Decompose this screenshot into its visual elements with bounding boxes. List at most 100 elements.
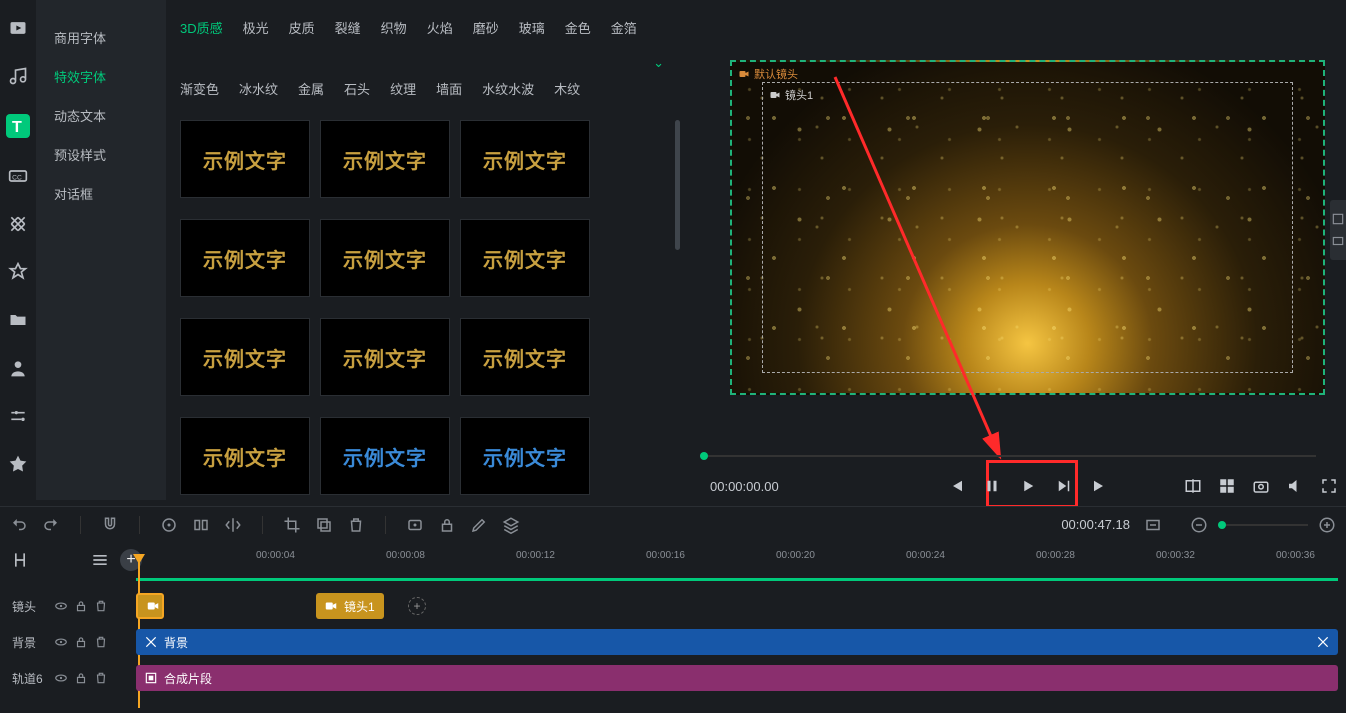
tab-aurora[interactable]: 极光 (243, 18, 269, 37)
zoom-in-icon[interactable] (1318, 516, 1336, 534)
inner-frame[interactable]: 镜头1 (762, 82, 1293, 373)
prev-frame-button[interactable] (947, 477, 965, 495)
crop-icon[interactable] (283, 516, 301, 534)
delete-icon[interactable] (347, 516, 365, 534)
magnet-icon[interactable] (101, 516, 119, 534)
tab-metal[interactable]: 金属 (298, 79, 324, 98)
tab-gradient[interactable]: 渐变色 (180, 79, 219, 98)
tab-3d[interactable]: 3D质感 (180, 18, 223, 37)
split-icon[interactable] (192, 516, 210, 534)
lock-icon[interactable] (438, 516, 456, 534)
compare-icon[interactable] (1184, 477, 1202, 495)
text-icon[interactable]: T (6, 114, 30, 138)
tab-fabric[interactable]: 织物 (381, 18, 407, 37)
plugin-icon[interactable] (8, 262, 28, 282)
thumb[interactable]: 示例文字 (180, 219, 310, 297)
lock-icon[interactable] (74, 671, 88, 685)
volume-icon[interactable] (1286, 477, 1304, 495)
drawer-icon[interactable] (1331, 234, 1345, 248)
preview-scrubber[interactable] (700, 455, 1316, 457)
cat-preset[interactable]: 预设样式 (36, 135, 166, 174)
tab-gold[interactable]: 金色 (565, 18, 591, 37)
list-icon[interactable] (90, 550, 110, 570)
star-icon[interactable] (8, 454, 28, 474)
thumb[interactable]: 示例文字 (320, 318, 450, 396)
trash-icon[interactable] (94, 599, 108, 613)
tab-ice[interactable]: 冰水纹 (239, 79, 278, 98)
thumb[interactable]: 示例文字 (320, 120, 450, 198)
cat-dialog[interactable]: 对话框 (36, 174, 166, 213)
thumb[interactable]: 示例文字 (460, 318, 590, 396)
thumb[interactable]: 示例文字 (180, 318, 310, 396)
tab-foil[interactable]: 金箔 (611, 18, 637, 37)
bg-clip[interactable]: 背景 (136, 629, 1338, 655)
tab-flame[interactable]: 火焰 (427, 18, 453, 37)
record-icon[interactable] (406, 516, 424, 534)
tab-texture[interactable]: 纹理 (390, 79, 416, 98)
time-ruler[interactable]: 00:00:04 00:00:08 00:00:12 00:00:16 00:0… (136, 550, 1346, 576)
tab-crack[interactable]: 裂缝 (335, 18, 361, 37)
lock-icon[interactable] (74, 635, 88, 649)
eye-icon[interactable] (54, 635, 68, 649)
add-clip-button[interactable]: + (408, 597, 426, 615)
music-icon[interactable] (8, 66, 28, 86)
trash-icon[interactable] (94, 635, 108, 649)
thumb[interactable]: 示例文字 (180, 120, 310, 198)
scrollbar[interactable] (675, 120, 680, 250)
texture-icon[interactable] (8, 214, 28, 234)
thumb[interactable]: 示例文字 (460, 120, 590, 198)
tab-glass[interactable]: 玻璃 (519, 18, 545, 37)
thumb[interactable]: 示例文字 (320, 417, 450, 495)
fit-icon[interactable] (1144, 516, 1162, 534)
cat-animated[interactable]: 动态文本 (36, 96, 166, 135)
tab-stone[interactable]: 石头 (344, 79, 370, 98)
right-drawer[interactable] (1330, 200, 1346, 260)
comp-clip[interactable]: 合成片段 (136, 665, 1338, 691)
redo-icon[interactable] (42, 516, 60, 534)
tab-leather[interactable]: 皮质 (289, 18, 315, 37)
tab-wall[interactable]: 墙面 (436, 79, 462, 98)
collapse-icon[interactable] (10, 550, 30, 570)
thumb[interactable]: 示例文字 (180, 417, 310, 495)
cat-effect[interactable]: 特效字体 (36, 57, 166, 96)
person-icon[interactable] (8, 358, 28, 378)
cat-commercial[interactable]: 商用字体 (36, 18, 166, 57)
zoom-slider[interactable] (1218, 524, 1308, 526)
layers-icon[interactable] (502, 516, 520, 534)
shot-marker[interactable] (136, 593, 164, 619)
chevron-down-icon[interactable]: ⌄ (653, 55, 684, 71)
zoom-out-icon[interactable] (1190, 516, 1208, 534)
adjust-icon[interactable] (8, 406, 28, 426)
thumb[interactable]: 示例文字 (320, 219, 450, 297)
edit-icon[interactable] (470, 516, 488, 534)
snapshot-icon[interactable] (1252, 477, 1270, 495)
tab-water[interactable]: 水纹水波 (482, 79, 534, 98)
preview-canvas[interactable]: 默认镜头 镜头1 (730, 60, 1325, 395)
tab-frosted[interactable]: 磨砂 (473, 18, 499, 37)
lock-icon[interactable] (74, 599, 88, 613)
work-area[interactable] (136, 578, 1338, 581)
svg-text:CC: CC (12, 174, 22, 181)
target-icon[interactable] (160, 516, 178, 534)
undo-icon[interactable] (10, 516, 28, 534)
inner-clip-label: 镜头1 (769, 87, 813, 103)
grid-icon[interactable] (1218, 477, 1236, 495)
thumb[interactable]: 示例文字 (460, 219, 590, 297)
video-icon[interactable] (8, 18, 28, 38)
eye-icon[interactable] (54, 599, 68, 613)
cc-icon[interactable]: CC (8, 166, 28, 186)
thumb[interactable]: 示例文字 (460, 417, 590, 495)
step-button[interactable] (1055, 477, 1073, 495)
trash-icon[interactable] (94, 671, 108, 685)
shot-clip[interactable]: 镜头1 (316, 593, 384, 619)
mirror-icon[interactable] (224, 516, 242, 534)
eye-icon[interactable] (54, 671, 68, 685)
copy-icon[interactable] (315, 516, 333, 534)
drawer-icon[interactable] (1331, 212, 1345, 226)
fullscreen-icon[interactable] (1320, 477, 1338, 495)
play-button[interactable] (1019, 477, 1037, 495)
folder-icon[interactable] (8, 310, 28, 330)
tab-wood[interactable]: 木纹 (554, 79, 580, 98)
pause-button[interactable] (983, 477, 1001, 495)
next-frame-button[interactable] (1091, 477, 1109, 495)
